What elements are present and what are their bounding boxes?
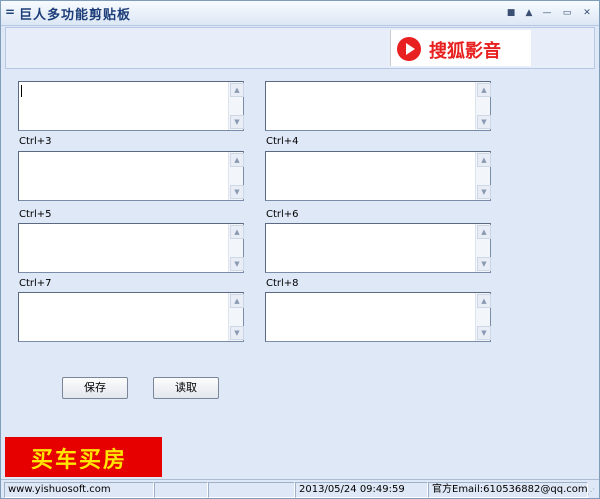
clip-slot-text[interactable] xyxy=(269,84,469,126)
system-menu-icon[interactable]: = xyxy=(5,5,15,19)
scrollbar[interactable]: ▲ ▼ xyxy=(228,152,244,200)
scroll-down-icon[interactable]: ▼ xyxy=(230,257,244,271)
roll-up-icon[interactable]: ▲ xyxy=(522,6,536,20)
title-bar[interactable]: = 巨人多功能剪贴板 ■ ▲ — ▭ ✕ xyxy=(1,1,599,26)
status-empty-1 xyxy=(154,482,208,498)
scrollbar[interactable]: ▲ ▼ xyxy=(228,82,244,130)
scrollbar[interactable]: ▲ ▼ xyxy=(228,224,244,272)
clip-slot-text[interactable] xyxy=(22,84,222,126)
clip-slot-text[interactable] xyxy=(269,154,469,196)
clip-slot-8[interactable]: ▲ ▼ xyxy=(265,292,491,342)
top-banner: 搜狐影音 xyxy=(5,27,595,69)
menu-square-icon[interactable]: ■ xyxy=(504,6,518,20)
slot-label-ctrl6: Ctrl+6 xyxy=(266,209,299,220)
text-caret xyxy=(21,85,22,97)
scrollbar[interactable]: ▲ ▼ xyxy=(475,293,491,341)
status-bar: www.yishuosoft.com 2013/05/24 09:49:59 官… xyxy=(1,479,599,498)
scroll-down-icon[interactable]: ▼ xyxy=(230,326,244,340)
scroll-up-icon[interactable]: ▲ xyxy=(230,83,244,97)
scrollbar[interactable]: ▲ ▼ xyxy=(475,152,491,200)
clip-slot-5[interactable]: ▲ ▼ xyxy=(18,223,244,273)
clip-slot-text[interactable] xyxy=(22,226,222,268)
clip-slot-text[interactable] xyxy=(22,154,222,196)
clip-slot-text[interactable] xyxy=(269,226,469,268)
clip-slot-text[interactable] xyxy=(22,295,222,337)
scroll-up-icon[interactable]: ▲ xyxy=(230,153,244,167)
scrollbar[interactable]: ▲ ▼ xyxy=(475,82,491,130)
minimize-button[interactable]: — xyxy=(540,6,554,20)
close-button[interactable]: ✕ xyxy=(580,6,594,20)
status-email: 官方Email:610536882@qq.com xyxy=(428,482,588,498)
app-window: = 巨人多功能剪贴板 ■ ▲ — ▭ ✕ 搜狐影音 ▲ ▼ ▲ ▼ Ctrl+3… xyxy=(0,0,600,499)
scrollbar[interactable]: ▲ ▼ xyxy=(475,224,491,272)
window-title: 巨人多功能剪贴板 xyxy=(19,8,132,23)
scroll-up-icon[interactable]: ▲ xyxy=(477,153,491,167)
scroll-down-icon[interactable]: ▼ xyxy=(230,115,244,129)
scroll-up-icon[interactable]: ▲ xyxy=(230,225,244,239)
maximize-button[interactable]: ▭ xyxy=(560,6,574,20)
resize-grip-icon[interactable]: ⋰ xyxy=(587,487,597,497)
save-button[interactable]: 保存 xyxy=(62,377,128,399)
scroll-up-icon[interactable]: ▲ xyxy=(477,225,491,239)
scroll-down-icon[interactable]: ▼ xyxy=(230,185,244,199)
car-house-ad[interactable]: 买车买房 xyxy=(5,437,162,477)
play-logo-icon xyxy=(397,37,421,61)
scroll-down-icon[interactable]: ▼ xyxy=(477,185,491,199)
scroll-down-icon[interactable]: ▼ xyxy=(477,257,491,271)
car-house-ad-text: 买车买房 xyxy=(31,447,128,473)
read-button[interactable]: 读取 xyxy=(153,377,219,399)
scroll-up-icon[interactable]: ▲ xyxy=(477,83,491,97)
slot-label-ctrl5: Ctrl+5 xyxy=(19,209,52,220)
clip-slot-4[interactable]: ▲ ▼ xyxy=(265,151,491,201)
status-datetime: 2013/05/24 09:49:59 xyxy=(295,482,428,498)
scroll-up-icon[interactable]: ▲ xyxy=(230,294,244,308)
sohu-video-ad[interactable]: 搜狐影音 xyxy=(390,30,531,66)
clip-slot-6[interactable]: ▲ ▼ xyxy=(265,223,491,273)
slot-label-ctrl7: Ctrl+7 xyxy=(19,278,52,289)
slot-label-ctrl3: Ctrl+3 xyxy=(19,136,52,147)
scroll-down-icon[interactable]: ▼ xyxy=(477,326,491,340)
scroll-down-icon[interactable]: ▼ xyxy=(477,115,491,129)
clip-slot-2[interactable]: ▲ ▼ xyxy=(265,81,491,131)
status-blank xyxy=(208,482,295,498)
clip-slot-text[interactable] xyxy=(269,295,469,337)
scrollbar[interactable]: ▲ ▼ xyxy=(228,293,244,341)
scroll-up-icon[interactable]: ▲ xyxy=(477,294,491,308)
ad-brand-text: 搜狐影音 xyxy=(429,41,501,62)
clip-slot-1[interactable]: ▲ ▼ xyxy=(18,81,244,131)
slot-label-ctrl4: Ctrl+4 xyxy=(266,136,299,147)
clip-slot-7[interactable]: ▲ ▼ xyxy=(18,292,244,342)
status-website[interactable]: www.yishuosoft.com xyxy=(4,482,154,498)
slot-label-ctrl8: Ctrl+8 xyxy=(266,278,299,289)
clip-slot-3[interactable]: ▲ ▼ xyxy=(18,151,244,201)
